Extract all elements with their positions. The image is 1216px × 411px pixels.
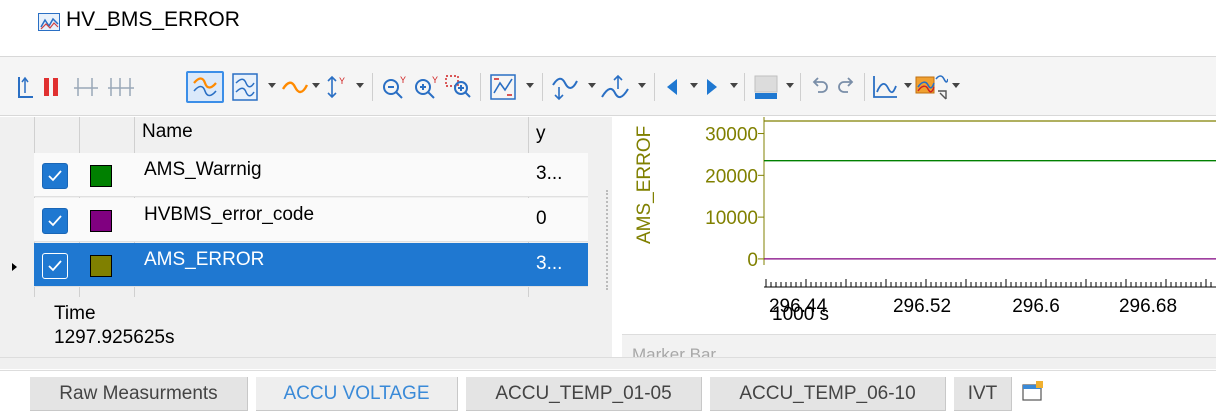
svg-text:Y: Y [339, 76, 345, 86]
tab-accu-temp-06-10[interactable]: ACCU_TEMP_06-10 [710, 377, 946, 411]
pause-icon[interactable] [40, 71, 62, 103]
chart-options-icon[interactable] [870, 71, 900, 103]
checkbox-icon[interactable] [42, 253, 68, 279]
marker-bar[interactable]: Marker Bar [622, 334, 1216, 358]
fit-all-dropdown[interactable] [526, 83, 534, 88]
signal-name: HVBMS_error_code [144, 204, 315, 225]
line-type-dropdown[interactable] [312, 83, 320, 88]
column-header-y[interactable]: y [536, 123, 546, 145]
tab-raw-measurments[interactable]: Raw Measurments [30, 377, 248, 411]
signal-name: AMS_ERROR [144, 249, 265, 270]
chart-options-dropdown[interactable] [904, 83, 912, 88]
color-swatch[interactable] [90, 165, 112, 187]
separator [542, 73, 543, 101]
difference-cursor-icon[interactable] [106, 71, 136, 103]
background-color-icon[interactable] [752, 71, 782, 103]
svg-text:Y: Y [400, 75, 406, 85]
zoom-out-y-icon[interactable]: Y [380, 71, 408, 103]
signal-name: AMS_Warrnig [144, 159, 262, 180]
time-value: 1297.925625s [54, 327, 175, 348]
signal-value: 3... [536, 163, 563, 184]
title-bar: HV_BMS_ERROR [0, 0, 1216, 52]
chart-canvas[interactable]: 3000020000100000296.44 296.52 296.6 296.68 [612, 117, 1216, 337]
color-swatch[interactable] [90, 210, 112, 232]
measurement-point-dropdown[interactable] [638, 83, 646, 88]
signal-jump-dropdown[interactable] [588, 83, 596, 88]
tab-ivt[interactable]: IVT [954, 377, 1012, 411]
checkbox-icon[interactable] [42, 208, 68, 234]
x-axis-unit: 1000 s [772, 304, 830, 325]
y-tick-label: 10000 [705, 208, 758, 229]
redo-icon[interactable] [834, 71, 858, 103]
time-label: Time [54, 303, 96, 324]
separator [744, 73, 745, 101]
signal-row-selected[interactable]: AMS_ERROR 3... [34, 243, 588, 287]
navigate-left-icon[interactable] [662, 71, 682, 103]
tab-accu-temp-01-05[interactable]: ACCU_TEMP_01-05 [466, 377, 702, 411]
signal-jump-icon[interactable] [550, 71, 580, 103]
export-icon[interactable] [914, 71, 948, 103]
measurement-cursor-icon[interactable] [72, 71, 100, 103]
separator [654, 73, 655, 101]
svg-text:Y: Y [432, 75, 438, 85]
fit-all-icon[interactable] [488, 71, 518, 103]
y-tick-label: 0 [747, 250, 758, 271]
column-header-name[interactable]: Name [142, 121, 193, 143]
export-dropdown[interactable] [952, 83, 960, 88]
cursor-mode-icon[interactable] [14, 71, 36, 103]
zoom-in-y-icon[interactable]: Y [412, 71, 440, 103]
zoom-area-icon[interactable] [444, 71, 474, 103]
measurement-point-icon[interactable] [600, 71, 630, 103]
separator [864, 73, 865, 101]
separator [372, 73, 373, 101]
undo-icon[interactable] [808, 71, 832, 103]
window-title: HV_BMS_ERROR [66, 8, 240, 31]
signal-layout-icon[interactable] [230, 71, 260, 103]
y-axis-mode-icon[interactable]: Y [324, 71, 348, 103]
current-row-indicator-icon [12, 263, 17, 271]
navigate-right-icon[interactable] [702, 71, 722, 103]
tab-bar: Raw Measurments ACCU VOLTAGE ACCU_TEMP_0… [0, 370, 1216, 411]
signal-value: 3... [536, 253, 563, 274]
x-tick-label: 296.6 [1012, 296, 1060, 317]
color-swatch[interactable] [90, 255, 112, 277]
y-tick-label: 30000 [705, 125, 758, 146]
background-color-dropdown[interactable] [786, 83, 794, 88]
x-tick-label: 296.52 [893, 296, 951, 317]
signal-layout-dropdown[interactable] [268, 83, 276, 88]
navigate-right-dropdown[interactable] [730, 83, 738, 88]
y-tick-label: 20000 [705, 166, 758, 187]
graphics-window-icon [38, 13, 60, 31]
x-tick-label: 296.68 [1119, 296, 1177, 317]
signal-row[interactable]: AMS_Warrnig 3... [34, 153, 588, 197]
signal-row[interactable]: HVBMS_error_code 0 [34, 198, 588, 242]
separator [800, 73, 801, 101]
line-type-icon[interactable] [280, 71, 310, 103]
separator [480, 73, 481, 101]
horizontal-scrollbar[interactable] [0, 357, 1216, 369]
y-axis-mode-dropdown[interactable] [356, 83, 364, 88]
checkbox-icon[interactable] [42, 163, 68, 189]
navigate-left-dropdown[interactable] [690, 83, 698, 88]
new-tab-icon[interactable] [1022, 381, 1044, 401]
tab-accu-voltage[interactable]: ACCU VOLTAGE [256, 377, 458, 411]
signal-view-icon[interactable] [186, 71, 224, 103]
signal-value: 0 [536, 208, 547, 229]
toolbar: Y Y Y [0, 56, 1216, 116]
